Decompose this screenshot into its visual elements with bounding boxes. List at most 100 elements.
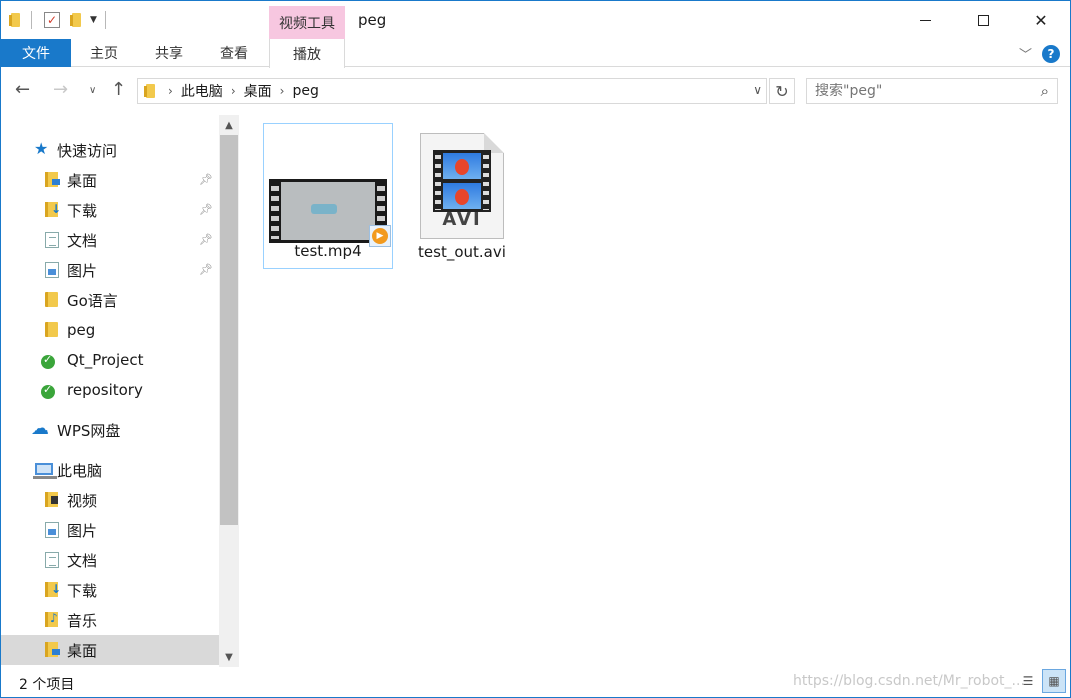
sidebar-item-repository[interactable]: repository <box>1 375 219 405</box>
documents-icon <box>45 552 59 568</box>
sidebar-item-label: 此电脑 <box>57 461 103 480</box>
sidebar-item-label: 文档 <box>67 551 98 570</box>
sidebar-item-this-pc[interactable]: 此电脑 <box>1 455 219 485</box>
sidebar-item-documents[interactable]: 文档 📌︎ <box>1 225 219 255</box>
address-history-chevron-icon[interactable]: ∨ <box>753 83 762 97</box>
sidebar-item-music[interactable]: 音乐 <box>1 605 219 635</box>
ribbon-tabs: 文件 主页 共享 查看 播放 ﹀ ? <box>1 39 1070 68</box>
customize-toolbar-dropdown-icon[interactable]: ▼ <box>90 15 97 25</box>
folder-icon <box>144 83 158 99</box>
scrollbar-thumb[interactable] <box>220 135 238 525</box>
properties-icon[interactable]: ✓ <box>44 12 60 28</box>
sidebar-item-label: 文档 <box>67 231 98 250</box>
sidebar-item-documents-pc[interactable]: 文档 <box>1 545 219 575</box>
new-folder-icon[interactable] <box>70 12 84 28</box>
large-icons-view-icon[interactable]: ▦ <box>1042 669 1066 693</box>
breadcrumb-desktop[interactable]: 桌面 <box>244 81 272 101</box>
breadcrumb-peg[interactable]: peg <box>292 83 318 99</box>
file-item-test-mp4[interactable]: test.mp4 <box>263 123 393 269</box>
back-arrow-icon[interactable]: ← <box>15 79 30 100</box>
sidebar-item-desktop-pc[interactable]: 桌面 <box>1 635 219 665</box>
pin-icon[interactable]: 📌︎ <box>199 263 213 276</box>
file-item-test-out-avi[interactable]: AVI test_out.avi <box>397 123 527 269</box>
tab-home[interactable]: 主页 <box>79 39 129 67</box>
sidebar-item-label: WPS网盘 <box>57 421 121 440</box>
star-icon: ★ <box>34 139 49 158</box>
caption-buttons: ✕ <box>896 1 1070 39</box>
film-holes <box>271 183 279 239</box>
pictures-icon <box>45 262 59 278</box>
breadcrumb-this-pc[interactable]: 此电脑 <box>181 81 223 101</box>
help-icon[interactable]: ? <box>1042 44 1060 63</box>
sidebar-item-pictures-pc[interactable]: 图片 <box>1 515 219 545</box>
recent-locations-chevron-icon[interactable]: ∨ <box>89 85 96 96</box>
address-bar[interactable]: › 此电脑 › 桌面 › peg ∨ <box>137 78 767 104</box>
search-icon[interactable]: ⌕ <box>1041 82 1049 100</box>
sidebar-item-label: 下载 <box>67 201 98 220</box>
sidebar-item-pictures[interactable]: 图片 📌︎ <box>1 255 219 285</box>
sidebar-item-label: 音乐 <box>67 611 98 630</box>
breadcrumb-chevron-icon[interactable]: › <box>231 84 236 98</box>
scroll-up-icon[interactable]: ▲ <box>219 115 239 135</box>
sidebar-item-label: 下载 <box>67 581 98 600</box>
forward-arrow-icon[interactable]: → <box>53 79 68 100</box>
sidebar-item-label: 桌面 <box>67 171 98 190</box>
folder-icon <box>9 12 23 28</box>
sidebar-item-downloads[interactable]: 下载 📌︎ <box>1 195 219 225</box>
synced-folder-icon <box>41 353 55 369</box>
documents-icon <box>45 232 59 248</box>
sidebar-item-label: 图片 <box>67 521 98 540</box>
sidebar-item-go[interactable]: Go语言 <box>1 285 219 315</box>
tab-file[interactable]: 文件 <box>1 39 71 67</box>
sidebar-item-label: 快速访问 <box>57 141 118 160</box>
computer-icon <box>33 463 57 479</box>
pin-icon[interactable]: 📌︎ <box>199 173 213 186</box>
toolbar-separator <box>104 11 106 29</box>
tab-share[interactable]: 共享 <box>143 39 195 67</box>
film-strip <box>433 150 491 212</box>
mp4-thumbnail-icon <box>269 179 391 247</box>
pin-icon[interactable]: 📌︎ <box>199 233 213 246</box>
synced-folder-icon <box>41 383 55 399</box>
sidebar-item-wps-drive[interactable]: ☁ WPS网盘 <box>1 415 219 445</box>
film-holes <box>435 152 441 210</box>
sidebar-item-desktop[interactable]: 桌面 📌︎ <box>1 165 219 195</box>
videos-icon <box>45 492 58 507</box>
sidebar-item-downloads-pc[interactable]: 下载 <box>1 575 219 605</box>
expand-ribbon-chevron-icon[interactable]: ﹀ <box>1019 44 1032 63</box>
minimize-button[interactable] <box>896 1 954 39</box>
tab-play[interactable]: 播放 <box>269 39 345 68</box>
scroll-down-icon[interactable]: ▼ <box>219 647 239 667</box>
download-folder-icon <box>45 202 61 217</box>
close-icon: ✕ <box>1034 10 1048 30</box>
quick-access-toolbar: ✓ ▼ <box>9 9 114 31</box>
breadcrumb-chevron-icon[interactable]: › <box>168 84 173 98</box>
file-name: test.mp4 <box>294 242 362 260</box>
sidebar-item-videos[interactable]: 视频 <box>1 485 219 515</box>
up-arrow-icon[interactable]: ↑ <box>111 79 126 100</box>
sidebar-item-qt-project[interactable]: Qt_Project <box>1 345 219 375</box>
close-button[interactable]: ✕ <box>1012 1 1070 39</box>
refresh-button[interactable]: ↻ <box>769 78 795 104</box>
window-title: peg <box>358 11 387 29</box>
sidebar-item-quick-access[interactable]: ★ 快速访问 <box>1 135 219 165</box>
sidebar-item-peg[interactable]: peg <box>1 315 219 345</box>
breadcrumb-chevron-icon[interactable]: › <box>280 84 285 98</box>
pin-icon[interactable]: 📌︎ <box>199 203 213 216</box>
toolbar-separator <box>31 11 32 29</box>
tab-view[interactable]: 查看 <box>208 39 260 67</box>
status-bar: 2 个项目 https://blog.csdn.net/Mr_robot_...… <box>1 667 1070 697</box>
balloon-picture <box>443 183 481 209</box>
sidebar-scrollbar[interactable]: ▲ ▼ <box>219 115 239 667</box>
music-icon <box>45 611 58 627</box>
search-input[interactable] <box>815 83 1015 99</box>
title-bar: ✓ ▼ 视频工具 peg ✕ <box>1 1 1070 39</box>
desktop-folder-icon <box>45 172 60 187</box>
navigation-pane: ★ 快速访问 桌面 📌︎ 下载 📌︎ 文档 📌︎ 图片 📌︎ Go语言 <box>1 115 241 667</box>
maximize-button[interactable] <box>954 1 1012 39</box>
maximize-icon <box>977 14 989 26</box>
search-box[interactable]: ⌕ <box>806 78 1058 104</box>
details-view-icon[interactable]: ☰ <box>1016 669 1040 693</box>
sidebar-item-label: Qt_Project <box>67 351 144 369</box>
ribbon-controls: ﹀ ? <box>1019 44 1060 63</box>
